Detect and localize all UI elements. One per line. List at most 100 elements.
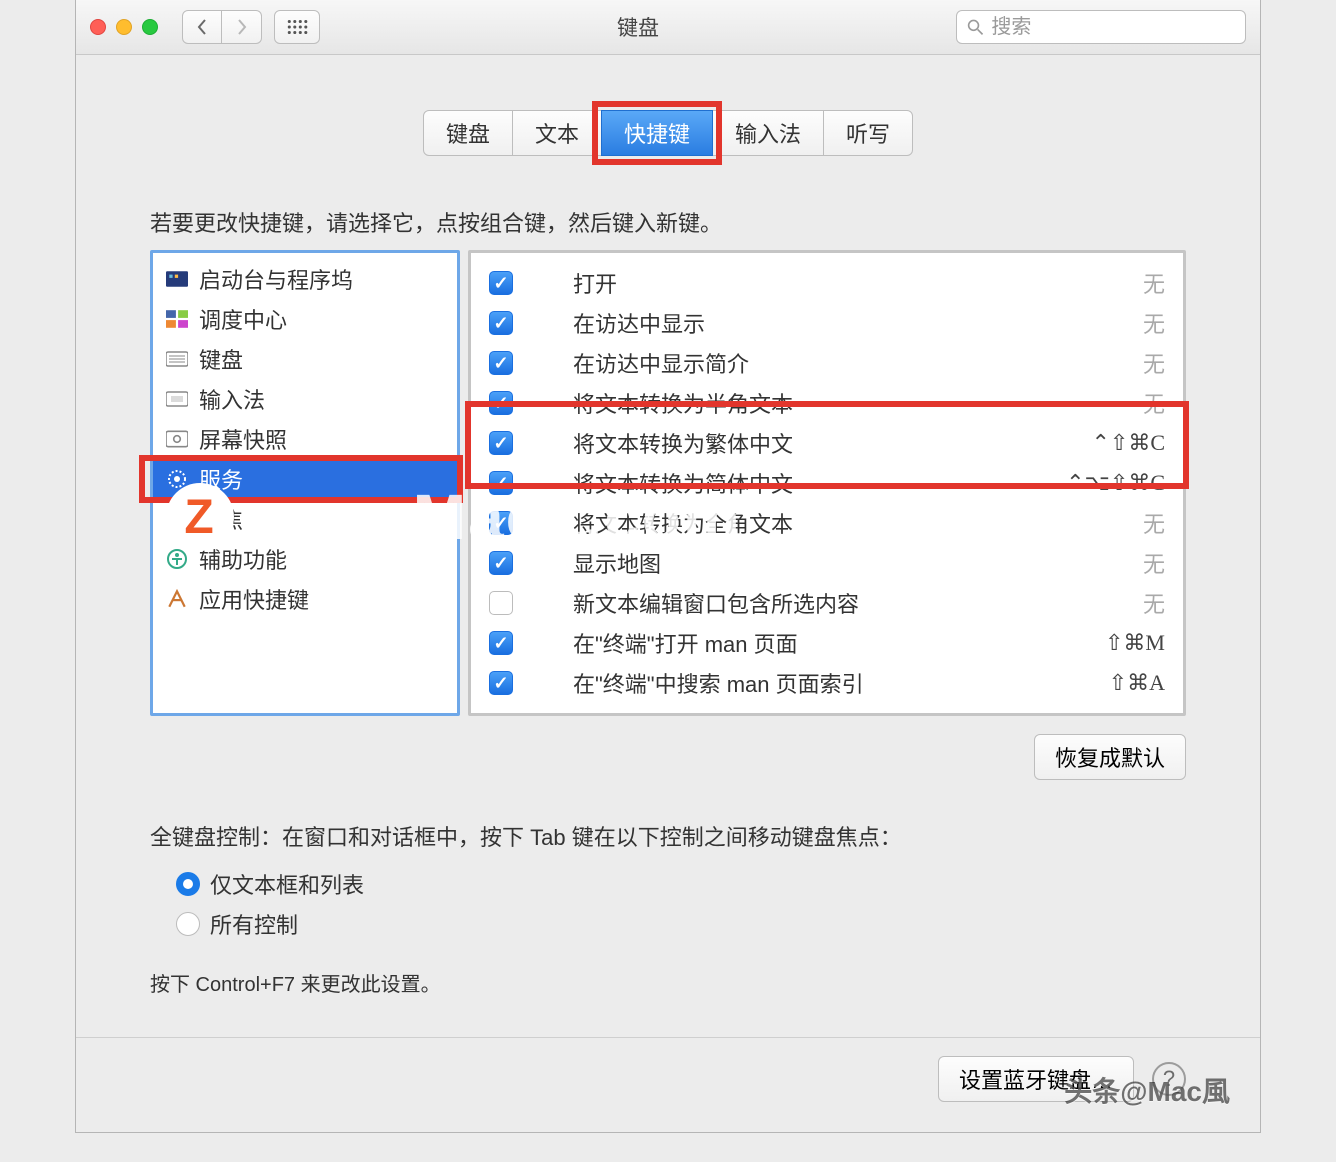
checkbox-icon[interactable]: ✓ [489,551,513,575]
shortcut-key: 无 [1143,307,1165,339]
shortcut-label: 在访达中显示简介 [573,347,1143,379]
bluetooth-keyboard-button[interactable]: 设置蓝牙键盘… [938,1056,1134,1102]
zoom-icon[interactable] [142,19,158,35]
show-all-button[interactable] [274,10,320,44]
instruction-text: 若要更改快捷键，请选择它，点按组合键，然后键入新键。 [76,156,1260,250]
sidebar-item-label: 屏幕快照 [199,423,287,455]
category-sidebar: 启动台与程序坞 调度中心 键盘 输入法 屏幕快照 服务 [150,250,460,716]
tab-input-sources[interactable]: 输入法 [712,110,824,156]
sidebar-item-label: 调度中心 [199,303,287,335]
sidebar-item-label: 输入法 [199,383,265,415]
shortcut-row[interactable]: ✓ 显示地图 无 [471,543,1183,583]
sidebar-item-app-shortcuts[interactable]: 应用快捷键 [153,579,457,619]
sidebar-item-mission-control[interactable]: 调度中心 [153,299,457,339]
screenshot-icon [165,428,189,450]
help-button[interactable]: ? [1152,1062,1186,1096]
shortcut-key: ⌃⇧⌘C [1091,430,1165,456]
keyboard-icon [165,348,189,370]
sidebar-item-label: 聚焦 [199,503,243,535]
sidebar-item-keyboard[interactable]: 键盘 [153,339,457,379]
shortcut-row[interactable]: ✓ 将文本转换为半角文本 无 [471,383,1183,423]
window-controls [90,19,158,35]
sidebar-item-launchpad[interactable]: 启动台与程序坞 [153,259,457,299]
radio-all-controls[interactable]: 所有控制 [176,904,1160,944]
sidebar-item-input-sources[interactable]: 输入法 [153,379,457,419]
radio-group: 仅文本框和列表 所有控制 [76,852,1260,944]
sidebar-item-spotlight[interactable]: 聚焦 [153,499,457,539]
checkbox-icon[interactable]: ✓ [489,271,513,295]
shortcut-row[interactable]: ✓ 新文本编辑窗口包含所选内容 无 [471,583,1183,623]
sidebar-item-services[interactable]: 服务 [153,459,457,499]
shortcut-row[interactable]: ✓ 在"终端"中搜索 man 页面索引 ⇧⌘A [471,663,1183,703]
restore-defaults-button[interactable]: 恢复成默认 [1034,734,1186,780]
shortcut-row[interactable]: ✓ 将文本转换为繁体中文 ⌃⇧⌘C [471,423,1183,463]
shortcut-key: ⌃⌥⇧⌘C [1066,470,1165,496]
shortcut-key: 无 [1143,267,1165,299]
shortcut-row[interactable]: ✓ 打开 无 [471,263,1183,303]
shortcut-label: 新文本编辑窗口包含所选内容 [573,587,1143,619]
radio-icon[interactable] [176,912,200,936]
radio-text-boxes[interactable]: 仅文本框和列表 [176,864,1160,904]
tab-bar: 键盘 文本 快捷键 输入法 听写 [76,55,1260,156]
checkbox-icon[interactable]: ✓ [489,511,513,535]
checkbox-icon[interactable]: ✓ [489,351,513,375]
radio-icon[interactable] [176,872,200,896]
checkbox-icon[interactable]: ✓ [489,671,513,695]
sidebar-item-label: 服务 [199,463,243,495]
sidebar-item-label: 辅助功能 [199,543,287,575]
shortcut-key: ⇧⌘M [1105,630,1165,656]
radio-label: 仅文本框和列表 [210,868,364,900]
window-title: 键盘 [332,12,944,42]
shortcut-key: 无 [1143,587,1165,619]
checkbox-icon[interactable]: ✓ [489,471,513,495]
nav-buttons [182,10,262,44]
bottom-bar: 设置蓝牙键盘… ? [76,1037,1260,1132]
tab-dictation[interactable]: 听写 [823,110,913,156]
shortcut-key: 无 [1143,347,1165,379]
shortcut-label: 打开 [573,267,1143,299]
forward-button[interactable] [222,10,262,44]
tab-text[interactable]: 文本 [512,110,602,156]
input-icon [165,388,189,410]
shortcut-label: 在访达中显示 [573,307,1143,339]
shortcut-label: 显示地图 [573,547,1143,579]
shortcut-list: ✓ 打开 无 ✓ 在访达中显示 无 ✓ 在访达中显示简介 无 ✓ 将文本转换为半… [468,250,1186,716]
shortcut-label: 将文本转换为全角文本 [573,507,1143,539]
shortcut-key: ⇧⌘A [1109,670,1165,696]
shortcut-label: 将文本转换为半角文本 [573,387,1143,419]
shortcut-label: 将文本转换为繁体中文 [573,427,1091,459]
checkbox-icon[interactable]: ✓ [489,631,513,655]
search-icon [967,18,983,36]
checkbox-icon[interactable]: ✓ [489,591,513,615]
panels: 启动台与程序坞 调度中心 键盘 输入法 屏幕快照 服务 [76,250,1260,716]
spotlight-icon [165,508,189,530]
shortcut-key: 无 [1143,507,1165,539]
app-icon [165,588,189,610]
sidebar-item-screenshots[interactable]: 屏幕快照 [153,419,457,459]
shortcut-row[interactable]: ✓ 将文本转换为全角文本 无 [471,503,1183,543]
checkbox-icon[interactable]: ✓ [489,431,513,455]
minimize-icon[interactable] [116,19,132,35]
shortcut-row[interactable]: ✓ 将文本转换为简体中文 ⌃⌥⇧⌘C [471,463,1183,503]
sidebar-item-label: 启动台与程序坞 [199,263,353,295]
search-field[interactable] [956,10,1246,44]
search-input[interactable] [991,16,1235,39]
shortcut-label: 在"终端"中搜索 man 页面索引 [573,667,1109,699]
checkbox-icon[interactable]: ✓ [489,391,513,415]
shortcut-row[interactable]: ✓ 在访达中显示简介 无 [471,343,1183,383]
sidebar-item-label: 应用快捷键 [199,583,309,615]
hint-text: 按下 Control+F7 来更改此设置。 [76,944,1260,1037]
shortcut-row[interactable]: ✓ 在"终端"打开 man 页面 ⇧⌘M [471,623,1183,663]
launchpad-icon [165,268,189,290]
shortcut-key: 无 [1143,547,1165,579]
tab-shortcuts[interactable]: 快捷键 [601,110,713,156]
shortcut-row[interactable]: ✓ 在访达中显示 无 [471,303,1183,343]
accessibility-icon [165,548,189,570]
sidebar-item-accessibility[interactable]: 辅助功能 [153,539,457,579]
radio-label: 所有控制 [210,908,298,940]
tab-keyboard[interactable]: 键盘 [423,110,513,156]
back-button[interactable] [182,10,222,44]
close-icon[interactable] [90,19,106,35]
checkbox-icon[interactable]: ✓ [489,311,513,335]
sidebar-item-label: 键盘 [199,343,243,375]
